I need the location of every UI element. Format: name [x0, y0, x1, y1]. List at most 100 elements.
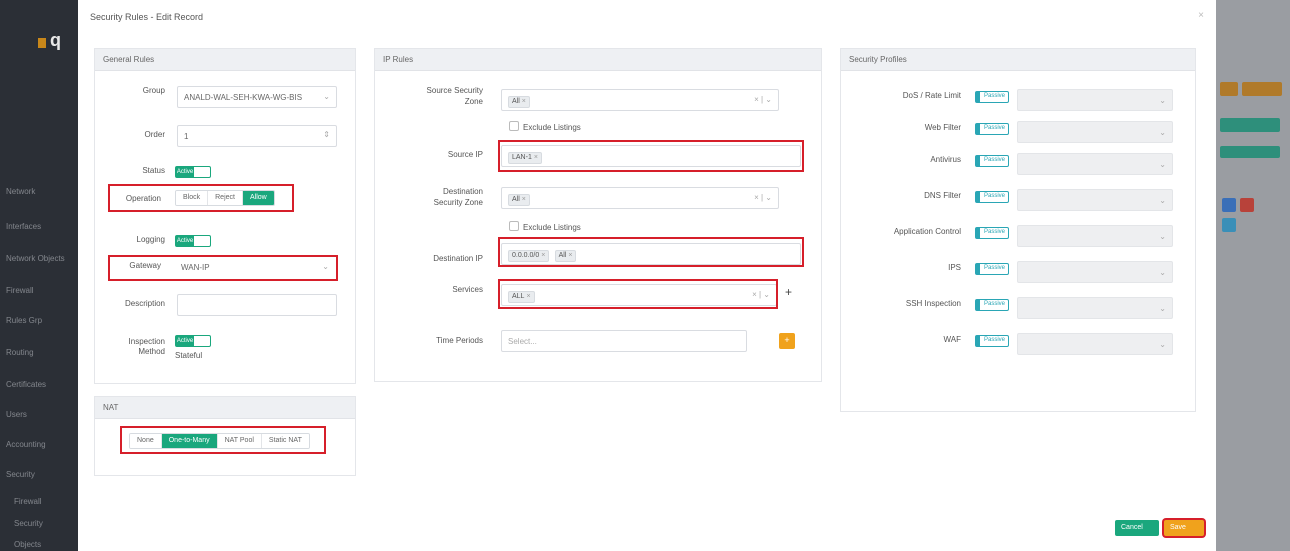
profile-label: Antivirus	[930, 155, 961, 164]
dst-ip-highlight	[498, 237, 804, 267]
nat-title: NAT	[95, 397, 355, 419]
profile-label: Application Control	[893, 227, 961, 236]
profile-toggle-text: Passive	[984, 125, 1006, 131]
order-label: Order	[144, 130, 165, 139]
profile-toggle-text: Passive	[984, 93, 1006, 99]
background-main	[1216, 0, 1290, 551]
logging-toggle[interactable]: Active	[175, 235, 211, 247]
profile-select[interactable]: ⌄	[1017, 189, 1173, 211]
security-profiles-title: Security Profiles	[841, 49, 1195, 71]
profile-toggle[interactable]: Passive	[975, 299, 1009, 311]
spinner-icon[interactable]: ⇕	[323, 130, 330, 139]
profile-label: DoS / Rate Limit	[902, 91, 961, 100]
inspection-toggle-on: Active	[176, 336, 194, 346]
bg-nav-item: Accounting	[6, 440, 46, 449]
logo-letter: q	[50, 30, 61, 50]
profile-toggle[interactable]: Passive	[975, 91, 1009, 103]
dst-zone-select[interactable]: All × × | ⌄	[501, 187, 779, 209]
save-label: Save	[1170, 524, 1186, 531]
bg-nav-item: Security	[6, 470, 35, 479]
source-ip-label: Source IP	[447, 150, 483, 159]
chevron-down-icon: ⌄	[323, 92, 330, 101]
bg-nav-item: Firewall	[14, 497, 42, 506]
profile-toggle-knob	[976, 124, 980, 134]
description-input[interactable]	[177, 294, 337, 316]
general-rules-panel: General Rules Group ANALD-WAL-SEH-KWA-WG…	[94, 48, 356, 384]
status-toggle[interactable]: Active	[175, 166, 211, 178]
bg-nav-item: Objects	[14, 540, 42, 549]
ip-rules-title: IP Rules	[375, 49, 821, 71]
profile-toggle[interactable]: Passive	[975, 227, 1009, 239]
profile-toggle-text: Passive	[984, 229, 1006, 235]
group-select[interactable]: ANALD-WAL-SEH-KWA-WG-BIS ⌄	[177, 86, 337, 108]
save-button[interactable]: Save	[1164, 520, 1204, 536]
general-rules-title: General Rules	[95, 49, 355, 71]
status-label: Status	[142, 166, 165, 175]
bg-chip	[1240, 198, 1254, 212]
chevron-down-icon: ⌄	[1159, 232, 1166, 241]
bg-chip	[1222, 198, 1236, 212]
chevron-down-icon: × | ⌄	[754, 193, 772, 202]
time-periods-select[interactable]: Select...	[501, 330, 747, 352]
profile-toggle[interactable]: Passive	[975, 155, 1009, 167]
profile-toggle-knob	[976, 336, 980, 346]
profile-toggle-text: Passive	[984, 157, 1006, 163]
chevron-down-icon: ⌄	[1159, 304, 1166, 313]
app-logo: q	[38, 30, 68, 52]
profile-select[interactable]: ⌄	[1017, 153, 1173, 175]
profile-select[interactable]: ⌄	[1017, 333, 1173, 355]
profile-toggle-text: Passive	[984, 337, 1006, 343]
profile-toggle-knob	[976, 264, 980, 274]
description-label: Description	[124, 299, 165, 308]
status-toggle-on: Active	[176, 167, 194, 177]
services-highlight	[498, 279, 778, 309]
add-service-icon[interactable]: +	[785, 286, 792, 298]
edit-record-modal: Security Rules - Edit Record × General R…	[78, 0, 1216, 551]
profile-select[interactable]: ⌄	[1017, 89, 1173, 111]
src-zone-select[interactable]: All × × | ⌄	[501, 89, 779, 111]
chevron-down-icon: ⌄	[1159, 196, 1166, 205]
chevron-down-icon: ⌄	[1159, 128, 1166, 137]
bg-nav-item: Security	[14, 519, 43, 528]
inspection-toggle[interactable]: Active	[175, 335, 211, 347]
order-stepper[interactable]: 1 ⇕	[177, 125, 337, 147]
profile-toggle[interactable]: Passive	[975, 263, 1009, 275]
dst-zone-label-2: Security Zone	[433, 198, 483, 207]
chevron-down-icon: × | ⌄	[754, 95, 772, 104]
dst-zone-tag: All ×	[508, 194, 530, 206]
bg-nav-item: Interfaces	[6, 222, 42, 231]
modal-title: Security Rules - Edit Record	[90, 12, 204, 22]
profile-label: Web Filter	[924, 123, 961, 132]
bg-chip	[1220, 82, 1238, 96]
profile-toggle[interactable]: Passive	[975, 123, 1009, 135]
add-time-period-button[interactable]: +	[779, 333, 795, 349]
exclude-src-label: Exclude Listings	[523, 123, 581, 132]
src-zone-label-2: Zone	[464, 97, 483, 106]
profile-select[interactable]: ⌄	[1017, 297, 1173, 319]
profile-label: SSH Inspection	[905, 299, 961, 308]
exclude-src-checkbox[interactable]	[509, 121, 519, 131]
profile-select[interactable]: ⌄	[1017, 225, 1173, 247]
bg-nav-item: Firewall	[6, 286, 34, 295]
inspection-sub: Stateful	[175, 351, 203, 360]
profile-toggle-knob	[976, 228, 980, 238]
ip-rules-panel: IP Rules Source Security Zone All × × | ⌄…	[374, 48, 822, 382]
bg-nav-item: Users	[6, 410, 27, 419]
inspection-label-2: Method	[138, 347, 165, 356]
gateway-highlight	[108, 255, 338, 281]
dst-zone-label-1: Destination	[442, 187, 483, 196]
exclude-dst-checkbox[interactable]	[509, 221, 519, 231]
background-sidebar: q Network Interfaces Network Objects Fir…	[0, 0, 78, 551]
profile-select[interactable]: ⌄	[1017, 261, 1173, 283]
profile-toggle-knob	[976, 300, 980, 310]
bg-chip	[1222, 218, 1236, 232]
bg-nav-item: Certificates	[6, 380, 47, 389]
time-periods-placeholder: Select...	[508, 337, 537, 346]
services-label: Services	[452, 285, 483, 294]
profile-toggle[interactable]: Passive	[975, 191, 1009, 203]
close-icon[interactable]: ×	[1198, 10, 1204, 21]
group-value: ANALD-WAL-SEH-KWA-WG-BIS	[184, 93, 303, 102]
profile-toggle[interactable]: Passive	[975, 335, 1009, 347]
cancel-button[interactable]: Cancel	[1115, 520, 1159, 536]
profile-select[interactable]: ⌄	[1017, 121, 1173, 143]
